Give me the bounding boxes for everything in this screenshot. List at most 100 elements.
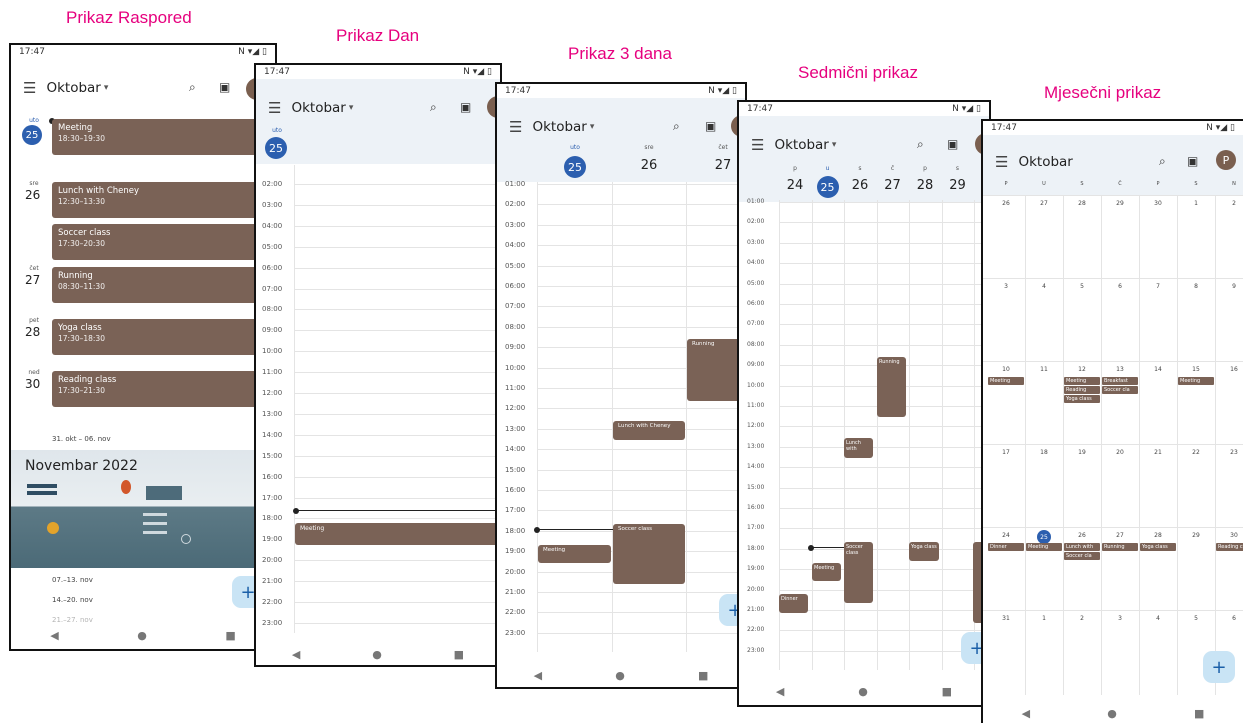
dropdown-icon[interactable]: ▾ xyxy=(590,122,595,132)
event-soccer[interactable]: Soccer class xyxy=(844,542,873,603)
search-icon[interactable]: ⌕ xyxy=(917,137,924,152)
month-event[interactable]: Running xyxy=(1102,543,1138,551)
recent-icon[interactable]: ■ xyxy=(1194,707,1204,720)
day-badge[interactable]: 25 xyxy=(22,125,42,145)
month-event[interactable]: Meeting xyxy=(1178,377,1214,385)
day-cell[interactable]: 3 xyxy=(987,283,1025,290)
month-event[interactable]: Meeting xyxy=(988,377,1024,385)
menu-icon[interactable]: ☰ xyxy=(268,99,281,117)
month-event[interactable]: Breakfast xyxy=(1102,377,1138,385)
day-badge[interactable]: 25 xyxy=(564,156,586,178)
avatar[interactable]: P xyxy=(1216,150,1236,170)
day-badge[interactable]: 25 xyxy=(816,176,839,198)
day-cell[interactable]: 29 xyxy=(1177,532,1215,539)
month-event[interactable]: Reading cl xyxy=(1216,543,1243,551)
day-cell[interactable]: 15 xyxy=(1177,366,1215,373)
today-icon[interactable]: ▣ xyxy=(705,119,716,133)
month-event[interactable]: Dinner xyxy=(988,543,1024,551)
day-cell[interactable]: 20 xyxy=(1101,449,1139,456)
day-cell[interactable]: 29 xyxy=(1101,200,1139,207)
month-title[interactable]: Oktobar xyxy=(46,80,100,96)
home-icon[interactable]: ● xyxy=(1107,707,1117,720)
event-card[interactable]: Running 08:30–11:30 xyxy=(52,267,275,303)
month-event[interactable]: Meeting xyxy=(1064,377,1100,385)
today-icon[interactable]: ▣ xyxy=(947,137,958,151)
day-cell[interactable]: 4 xyxy=(1025,283,1063,290)
month-title[interactable]: Oktobar xyxy=(774,137,828,153)
back-icon[interactable]: ◀ xyxy=(1022,707,1030,720)
event-card[interactable]: Reading class 17:30–21:30 xyxy=(52,371,275,407)
day-cell[interactable]: 1 xyxy=(1177,200,1215,207)
recent-icon[interactable]: ■ xyxy=(225,629,235,642)
search-icon[interactable]: ⌕ xyxy=(430,100,437,115)
search-icon[interactable]: ⌕ xyxy=(1159,154,1166,169)
home-icon[interactable]: ● xyxy=(137,629,147,642)
event-dinner[interactable]: Dinner xyxy=(779,594,808,613)
today-icon[interactable]: ▣ xyxy=(219,80,230,94)
back-icon[interactable]: ◀ xyxy=(534,669,542,682)
event-card[interactable]: Lunch with Cheney 12:30–13:30 xyxy=(52,182,275,218)
month-event[interactable]: Reading xyxy=(1064,386,1100,394)
event-running[interactable]: Running xyxy=(877,357,906,417)
day-cell[interactable]: 10 xyxy=(987,366,1025,373)
day-cell[interactable]: 17 xyxy=(987,449,1025,456)
day-cell[interactable]: 24 xyxy=(987,532,1025,539)
search-icon[interactable]: ⌕ xyxy=(189,80,196,95)
day-cell[interactable]: 23 xyxy=(1215,449,1243,456)
day-cell[interactable]: 5 xyxy=(1063,283,1101,290)
menu-icon[interactable]: ☰ xyxy=(509,118,522,136)
recent-icon[interactable]: ■ xyxy=(454,648,464,661)
event-card[interactable]: Meeting 18:30–19:30 xyxy=(52,119,275,155)
day-cell[interactable]: 3 xyxy=(1101,615,1139,622)
add-event-button[interactable]: + xyxy=(1203,651,1235,683)
event-lunch[interactable]: Lunch with Cheney xyxy=(613,421,685,440)
menu-icon[interactable]: ☰ xyxy=(23,79,36,97)
day-cell[interactable]: 6 xyxy=(1101,283,1139,290)
month-event[interactable]: Yoga class xyxy=(1140,543,1176,551)
day-cell[interactable]: 1 xyxy=(1025,615,1063,622)
home-icon[interactable]: ● xyxy=(858,685,868,698)
event-yoga[interactable]: Yoga class xyxy=(909,542,939,561)
day-cell[interactable]: 12 xyxy=(1063,366,1101,373)
dropdown-icon[interactable]: ▾ xyxy=(104,83,109,93)
today-icon[interactable]: ▣ xyxy=(460,100,471,114)
day-cell[interactable]: 4 xyxy=(1139,615,1177,622)
day-cell[interactable]: 13 xyxy=(1101,366,1139,373)
day-cell[interactable]: 26 xyxy=(1063,532,1101,539)
month-event[interactable]: Soccer cla xyxy=(1102,386,1138,394)
day-cell[interactable]: 11 xyxy=(1025,366,1063,373)
month-event[interactable]: Meeting xyxy=(1026,543,1062,551)
event-meeting[interactable]: Meeting xyxy=(295,523,500,545)
day-cell[interactable]: 27 xyxy=(1101,532,1139,539)
day-cell[interactable]: 21 xyxy=(1139,449,1177,456)
month-event[interactable]: Lunch with xyxy=(1064,543,1100,551)
day-cell[interactable]: 6 xyxy=(1215,615,1243,622)
dropdown-icon[interactable]: ▾ xyxy=(349,103,354,113)
day-cell[interactable]: 28 xyxy=(1063,200,1101,207)
event-soccer[interactable]: Soccer class xyxy=(613,524,685,584)
event-lunch[interactable]: Lunch with xyxy=(844,438,873,458)
day-cell[interactable]: 14 xyxy=(1139,366,1177,373)
day-cell[interactable]: 7 xyxy=(1139,283,1177,290)
month-title[interactable]: Oktobar xyxy=(1018,154,1072,170)
day-cell[interactable]: 28 xyxy=(1139,532,1177,539)
day-cell[interactable]: 2 xyxy=(1063,615,1101,622)
day-cell[interactable]: 30 xyxy=(1215,532,1243,539)
day-cell[interactable]: 2 xyxy=(1215,200,1243,207)
back-icon[interactable]: ◀ xyxy=(50,629,58,642)
event-card[interactable]: Soccer class 17:30–20:30 xyxy=(52,224,275,260)
day-cell[interactable]: 19 xyxy=(1063,449,1101,456)
recent-icon[interactable]: ■ xyxy=(698,669,708,682)
event-meeting[interactable]: Meeting xyxy=(538,545,611,563)
day-cell[interactable]: 9 xyxy=(1215,283,1243,290)
month-title[interactable]: Oktobar xyxy=(291,100,345,116)
day-cell[interactable]: 31 xyxy=(987,615,1025,622)
day-cell[interactable]: 16 xyxy=(1215,366,1243,373)
menu-icon[interactable]: ☰ xyxy=(751,136,764,154)
month-event[interactable]: Soccer cla xyxy=(1064,552,1100,560)
home-icon[interactable]: ● xyxy=(372,648,382,661)
day-badge[interactable]: 25 xyxy=(265,137,287,159)
day-cell[interactable]: 18 xyxy=(1025,449,1063,456)
event-meeting[interactable]: Meeting xyxy=(812,563,841,581)
day-cell[interactable]: 27 xyxy=(1025,200,1063,207)
